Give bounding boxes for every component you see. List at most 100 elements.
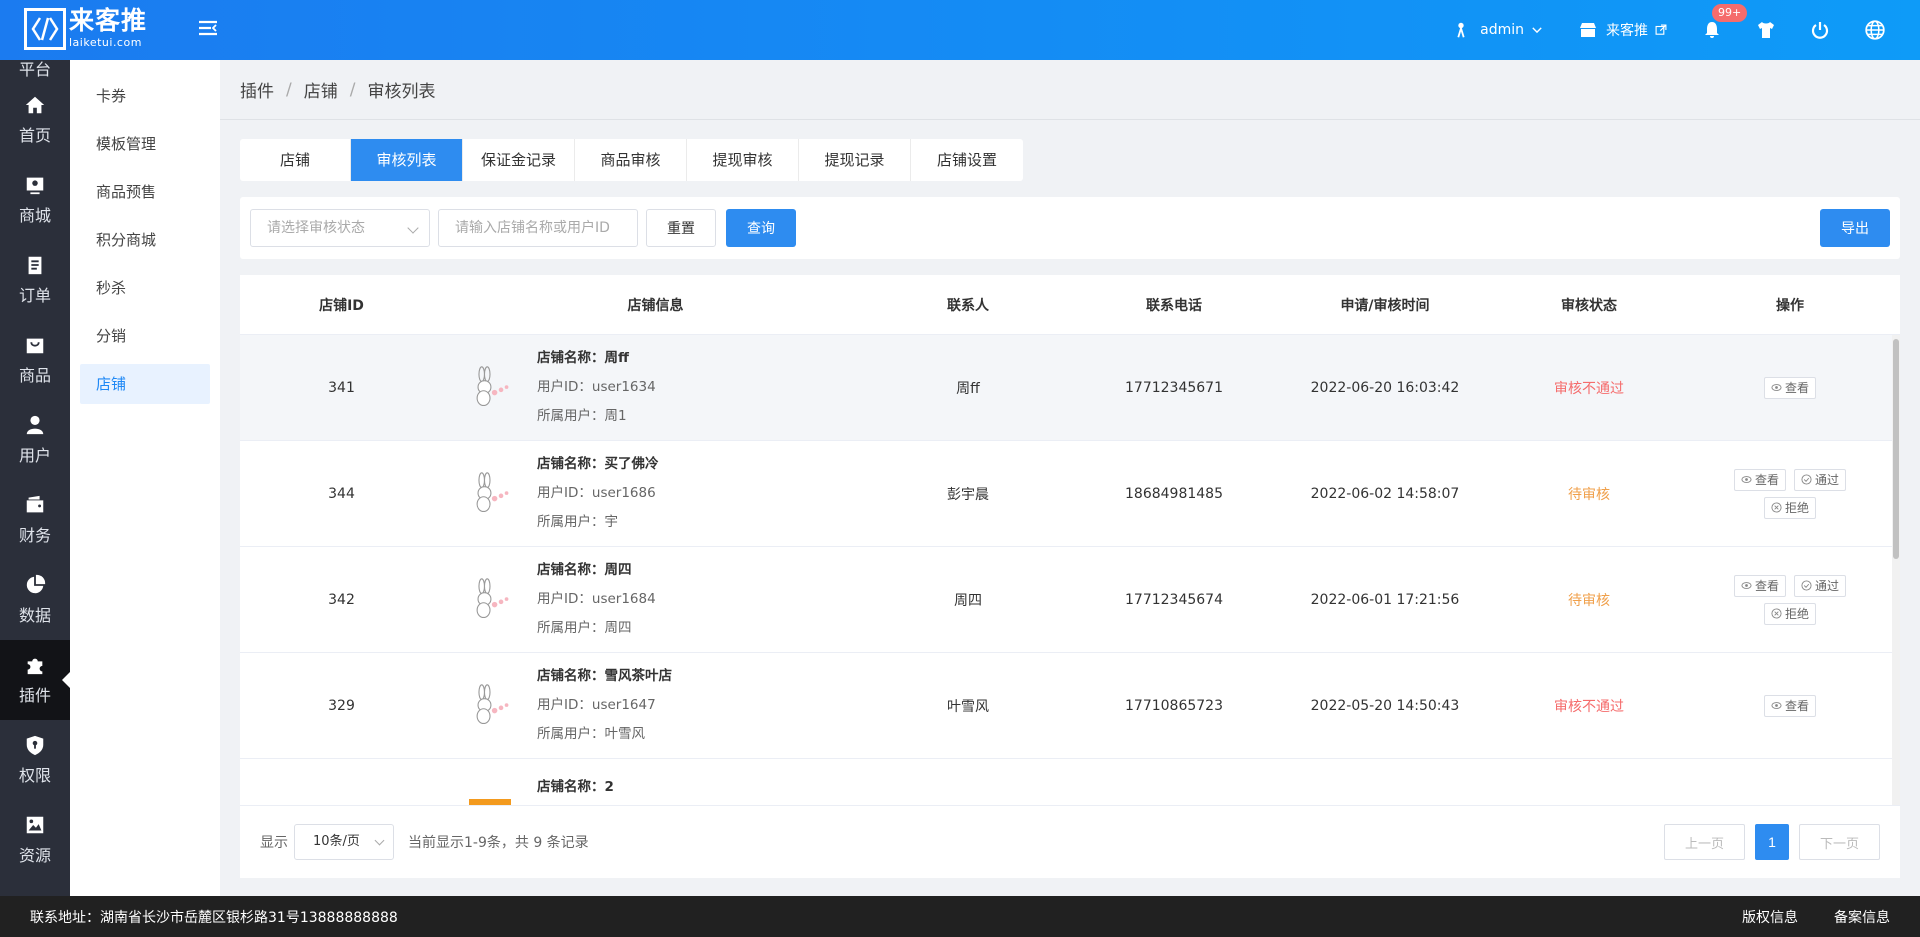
tab-deposit-records[interactable]: 保证金记录 (463, 139, 575, 181)
contact-phone: 17712345671 (1125, 379, 1223, 396)
wallet-icon (26, 495, 44, 513)
sidebar-item-label: 资源 (18, 846, 51, 865)
sidebar-item-resources[interactable]: 资源 (0, 800, 70, 880)
subnav-item-templates[interactable]: 模板管理 (80, 124, 210, 164)
shirt-icon (1758, 22, 1774, 38)
record-summary: 当前显示1-9条，共 9 条记录 (408, 835, 589, 851)
search-input-placeholder: 请输入店铺名称或用户ID (455, 220, 610, 236)
tab-shop-settings[interactable]: 店铺设置 (911, 139, 1023, 181)
shop-name-label: 店铺名称： (537, 779, 605, 795)
shop-avatar-rabbit-icon (465, 575, 515, 625)
owner: 宇 (604, 514, 619, 530)
sidebar-item-finance[interactable]: 财务 (0, 480, 70, 560)
store-link[interactable]: 来客推 (1578, 20, 1668, 40)
breadcrumb-separator: / (286, 79, 292, 100)
prev-page-button[interactable]: 上一页 (1663, 824, 1745, 860)
contact-name: 叶雪风 (947, 698, 989, 715)
breadcrumb-plugins[interactable]: 插件 (240, 77, 274, 102)
language-button[interactable] (1864, 19, 1886, 41)
breadcrumb-shop[interactable]: 店铺 (304, 77, 338, 102)
breadcrumb: 插件 / 店铺 / 审核列表 (220, 60, 1920, 120)
globe-icon (1865, 20, 1885, 40)
reject-button[interactable]: 拒绝 (1763, 602, 1816, 625)
sidebar-item-data[interactable]: 数据 (0, 560, 70, 640)
view-button[interactable]: 查看 (1733, 468, 1786, 491)
query-button[interactable]: 查询 (726, 209, 796, 247)
subnav-item-shop[interactable]: 店铺 (80, 364, 210, 404)
logo[interactable]: 来客推 laiketui.com (24, 8, 147, 50)
sidebar-item-mall[interactable]: 商城 (0, 160, 70, 240)
export-button[interactable]: 导出 (1820, 209, 1890, 247)
sidebar-item-permissions[interactable]: 权限 (0, 720, 70, 800)
store-icon (26, 177, 44, 195)
view-button[interactable]: 查看 (1763, 376, 1816, 399)
pie-chart-icon (26, 574, 46, 594)
chevron-down-icon (407, 222, 419, 234)
sidebar-item-goods[interactable]: 商品 (0, 320, 70, 400)
tab-withdraw-review[interactable]: 提现审核 (687, 139, 799, 181)
eye-icon (1741, 582, 1752, 589)
user-name: admin (1480, 22, 1524, 38)
tab-review-list[interactable]: 审核列表 (351, 139, 463, 181)
theme-button[interactable] (1756, 20, 1776, 40)
sidebar-item-label: 财务 (18, 526, 51, 545)
contact-phone: 17710865723 (1125, 697, 1223, 714)
chevron-down-icon (1532, 27, 1542, 34)
subnav-item-coupons[interactable]: 卡券 (80, 76, 210, 116)
notification-button[interactable]: 99+ (1702, 4, 1748, 40)
shop-name-label: 店铺名称： (537, 562, 605, 578)
page-number-button[interactable]: 1 (1754, 824, 1789, 860)
sidebar-item-users[interactable]: 用户 (0, 400, 70, 480)
user-id-label: 用户ID： (537, 591, 592, 607)
status-badge: 审核不通过 (1554, 380, 1624, 397)
table-row: 344 店铺名称：买了佛冷 用户ID：user1686 所属用户：宇 彭宇晨 1… (240, 441, 1900, 547)
logout-button[interactable] (1810, 20, 1830, 40)
copyright-link[interactable]: 版权信息 (1742, 907, 1798, 927)
status-select[interactable]: 请选择审核状态 (250, 209, 430, 247)
eye-icon (1771, 384, 1782, 391)
tab-shop[interactable]: 店铺 (240, 139, 351, 181)
sidebar-item-label: 商城 (18, 206, 51, 225)
tab-withdraw-records[interactable]: 提现记录 (799, 139, 911, 181)
column-header-shop-info: 店铺信息 (627, 297, 684, 314)
tab-goods-review[interactable]: 商品审核 (575, 139, 687, 181)
approve-button[interactable]: 通过 (1794, 574, 1847, 597)
sidebar-item-orders[interactable]: 订单 (0, 240, 70, 320)
next-page-button[interactable]: 下一页 (1798, 824, 1880, 860)
user-id-label: 用户ID： (537, 485, 592, 501)
reset-button[interactable]: 重置 (646, 209, 716, 247)
table-header: 店铺ID 店铺信息 联系人 联系电话 申请/审核时间 审核状态 操作 (240, 275, 1900, 335)
shop-name: 周ff (604, 350, 629, 366)
subnav-item-distribution[interactable]: 分销 (80, 316, 210, 356)
page-size-select[interactable]: 10条/页 (294, 824, 394, 860)
notification-badge: 99+ (1712, 4, 1748, 22)
review-time: 2022-06-20 16:03:42 (1310, 379, 1460, 396)
user-id: user1634 (591, 379, 656, 395)
sidebar-item-home[interactable]: 首页 (0, 80, 70, 160)
column-header-status: 审核状态 (1561, 297, 1617, 314)
table-row: 329 店铺名称：雪风茶叶店 用户ID：user1647 所属用户：叶雪风 叶雪… (240, 653, 1900, 759)
table-scrollbar[interactable] (1892, 335, 1900, 805)
view-button[interactable]: 查看 (1763, 694, 1816, 717)
view-button[interactable]: 查看 (1733, 574, 1786, 597)
sidebar-item-plugins[interactable]: 插件 (0, 640, 70, 720)
page-size-label: 显示 (260, 835, 288, 851)
search-input[interactable]: 请输入店铺名称或用户ID (438, 209, 638, 247)
reject-button[interactable]: 拒绝 (1763, 496, 1816, 519)
sidebar-item-platform[interactable]: 平台 (0, 60, 70, 80)
menu-toggle-icon[interactable] (197, 17, 219, 39)
record-link[interactable]: 备案信息 (1834, 907, 1890, 927)
shop-name: 周四 (604, 562, 632, 578)
order-icon (28, 256, 42, 275)
plugin-subnav: 卡券 模板管理 商品预售 积分商城 秒杀 分销 店铺 (70, 60, 220, 896)
subnav-item-points-mall[interactable]: 积分商城 (80, 220, 210, 260)
user-menu[interactable]: admin (1452, 21, 1544, 39)
scrollbar-thumb[interactable] (1893, 339, 1899, 559)
column-header-contact: 联系人 (947, 297, 989, 314)
subnav-item-flash-sale[interactable]: 秒杀 (80, 268, 210, 308)
approve-button[interactable]: 通过 (1794, 468, 1847, 491)
logo-mark-icon (24, 8, 66, 50)
subnav-item-presale[interactable]: 商品预售 (80, 172, 210, 212)
shop-id: 329 (328, 697, 355, 714)
footer-address: 联系地址：湖南省长沙市岳麓区银杉路31号13888888888 (30, 909, 398, 926)
